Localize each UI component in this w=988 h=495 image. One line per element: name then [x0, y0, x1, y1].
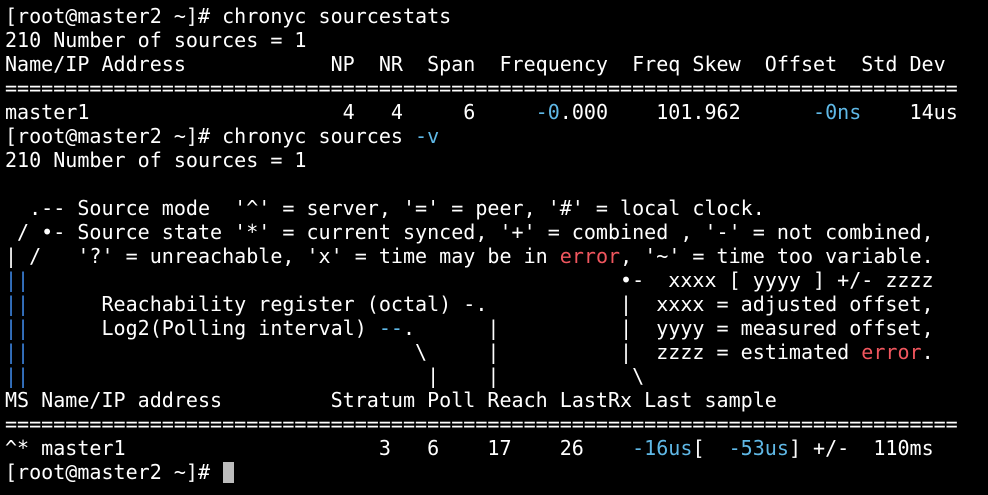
terminal-text: [root@master2 ~]# chronyc sourcestats	[5, 4, 452, 28]
terminal-text: / •- Source state '*' = current synced, …	[5, 220, 934, 244]
terminal-text: \ | | zzzz = estimated	[29, 340, 862, 364]
terminal-text: 14us	[861, 100, 958, 124]
terminal-text: -v	[415, 124, 440, 148]
terminal-line: master1 4 4 6 -0.000 101.962 -0ns 14us	[5, 100, 958, 124]
terminal-line: 210 Number of sources = 1	[5, 148, 307, 172]
terminal-text: --	[378, 316, 403, 340]
terminal-text: 210 Number of sources = 1	[5, 28, 307, 52]
terminal-line: ========================================…	[5, 76, 958, 100]
terminal-text: MS Name/IP address Stratum Poll Reach La…	[5, 388, 777, 412]
terminal-text: error	[861, 340, 922, 364]
terminal-text: , '~' = time too variable.	[620, 244, 934, 268]
terminal-text: ========================================…	[5, 412, 958, 436]
terminal-text: -0	[535, 100, 560, 124]
cursor-block	[223, 462, 235, 483]
terminal-text: [root@master2 ~]# chronyc sources	[5, 124, 416, 148]
terminal-line: 210 Number of sources = 1	[5, 28, 307, 52]
terminal-text: ^* master1 3 6 17 26	[5, 436, 633, 460]
terminal-text: master1 4 4 6	[5, 100, 536, 124]
terminal-line: [root@master2 ~]# chronyc sourcestats	[5, 4, 451, 28]
terminal-text: [	[692, 436, 729, 460]
terminal-text: ||	[5, 364, 30, 388]
terminal-line: MS Name/IP address Stratum Poll Reach La…	[5, 388, 777, 412]
terminal-text: -16us	[632, 436, 693, 460]
terminal-line: .-- Source mode '^' = server, '=' = peer…	[5, 196, 765, 220]
terminal-line: || Log2(Polling interval) --. | | yyyy =…	[5, 316, 934, 340]
terminal-text: Log2(Polling interval)	[29, 316, 379, 340]
terminal-text: •- xxxx [ yyyy ] +/- zzzz	[29, 268, 934, 292]
terminal-line: || Reachability register (octal) -. | xx…	[5, 292, 934, 316]
terminal-line: / •- Source state '*' = current synced, …	[5, 220, 934, 244]
terminal-text: ||	[5, 268, 30, 292]
terminal-line: ========================================…	[5, 412, 958, 436]
terminal-text: . | | yyyy = measured offset,	[403, 316, 934, 340]
terminal-text: | | \	[29, 364, 645, 388]
terminal-text: ||	[5, 316, 30, 340]
terminal-text: 210 Number of sources = 1	[5, 148, 307, 172]
terminal-line: || | | \	[5, 364, 644, 388]
terminal-text: .	[921, 340, 934, 364]
terminal-text: Reachability register (octal) -. | xxxx …	[29, 292, 934, 316]
terminal-text: error	[559, 244, 621, 268]
terminal-line: Name/IP Address NP NR Span Frequency Fre…	[5, 52, 946, 76]
terminal-text: -0ns	[813, 100, 862, 124]
terminal-window[interactable]: [root@master2 ~]# chronyc sourcestats 210…	[0, 0, 988, 495]
terminal-line: ^* master1 3 6 17 26 -16us[ -53us] +/- 1…	[5, 436, 934, 460]
terminal-text: ||	[5, 292, 30, 316]
terminal-text: -53us	[728, 436, 789, 460]
terminal-line: | / '?' = unreachable, 'x' = time may be…	[5, 244, 934, 268]
terminal-text: [root@master2 ~]#	[5, 460, 223, 484]
terminal-text: .-- Source mode '^' = server, '=' = peer…	[5, 196, 765, 220]
terminal-text: .000 101.962	[559, 100, 814, 124]
terminal-text: | / '?' = unreachable, 'x' = time may be…	[5, 244, 560, 268]
terminal-line: [root@master2 ~]#	[5, 460, 235, 484]
terminal-text: ] +/- 110ms	[788, 436, 934, 460]
terminal-line: [root@master2 ~]# chronyc sources -v	[5, 124, 439, 148]
terminal-text: ||	[5, 340, 30, 364]
terminal-text: ========================================…	[5, 76, 958, 100]
terminal-line: || •- xxxx [ yyyy ] +/- zzzz	[5, 268, 934, 292]
terminal-line: || \ | | zzzz = estimated error.	[5, 340, 934, 364]
terminal-text: Name/IP Address NP NR Span Frequency Fre…	[5, 52, 946, 76]
